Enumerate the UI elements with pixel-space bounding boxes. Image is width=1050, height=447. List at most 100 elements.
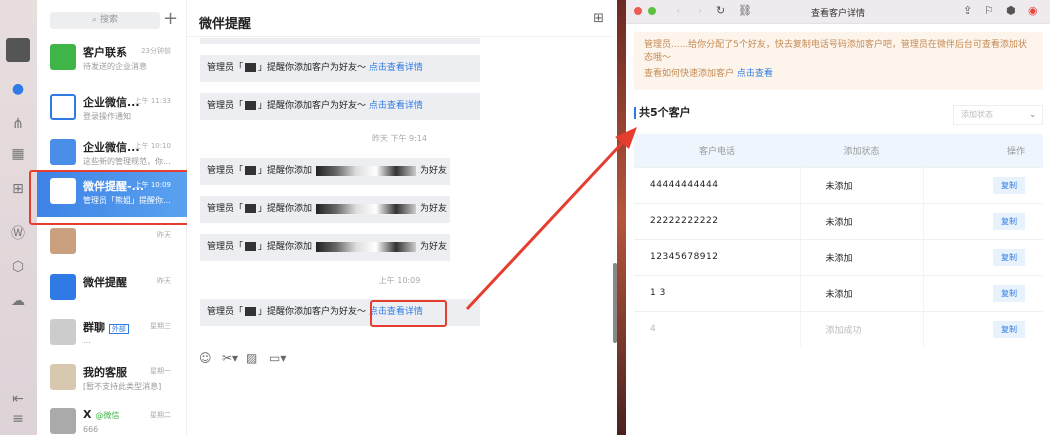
apps-grid-icon[interactable]: ⊞	[9, 180, 27, 198]
conversation-preview: ...	[83, 336, 91, 345]
table-row: 12345678912 未添加 复制	[634, 238, 1043, 275]
message-bubble	[200, 38, 480, 44]
conversation-time: 星期一	[150, 367, 171, 375]
menu-icon[interactable]: ≡	[9, 410, 27, 428]
chevron-down-icon: ⌄	[1029, 110, 1036, 119]
screenshot-icon[interactable]: ✂▾	[222, 351, 238, 365]
copy-button[interactable]: 复制	[993, 320, 1025, 338]
table-row: 1 3 未添加 复制	[634, 274, 1043, 311]
emoji-icon[interactable]: ☺	[199, 351, 212, 365]
conversation-name: X @微信	[83, 408, 120, 421]
conversation-name: 微伴提醒	[83, 276, 127, 289]
message-bubble: 管理员「 」提醒你添加 为好友	[200, 234, 450, 261]
copy-button[interactable]: 复制	[993, 284, 1025, 302]
notice-banner: 管理员......给你分配了5个好友，快去复制电话号码添加客户吧，管理员在微伴后…	[634, 32, 1043, 90]
phone-cell: 4	[634, 310, 801, 347]
filter-placeholder: 添加状态	[961, 110, 993, 119]
conversation-avatar	[50, 319, 76, 345]
cube-icon[interactable]: ⬢	[1006, 4, 1016, 17]
conversation-preview: 待发送的企业消息	[83, 62, 147, 71]
conversation-preview: 这些新的管理规范，你...	[83, 157, 171, 166]
table-row: 4 添加成功 复制	[634, 310, 1043, 347]
header-action: 操作	[923, 134, 1043, 167]
phone-cell: 44444444444	[634, 166, 801, 203]
conversation-name: 企业微信...	[83, 96, 140, 109]
conversation-time: 23分钟前	[141, 47, 171, 55]
customer-count: 共5个客户	[634, 107, 691, 119]
notice-link[interactable]: 点击查看	[737, 69, 773, 79]
more-grid-icon[interactable]: ⊞	[593, 11, 604, 26]
message-bubble: 管理员「 」提醒你添加 为好友	[200, 158, 450, 185]
external-badge: 外部	[108, 324, 129, 334]
view-details-link[interactable]: 点击查看详情	[369, 63, 423, 73]
search-placeholder: 搜索	[99, 15, 118, 25]
timestamp: 上午 10:09	[378, 276, 421, 285]
collapse-icon[interactable]: ⇤	[9, 390, 27, 408]
status-cell: 未添加	[800, 202, 924, 239]
status-cell: 未添加	[800, 274, 924, 311]
browser-window: ‹ › ↻ ⛓ 查看客户详情 ⇪ ⚐ ⬢ ◉ 管理员......给你分配了5个好…	[626, 0, 1050, 435]
conversation-item[interactable]: 客户联系 待发送的企业消息 23分钟前	[37, 38, 187, 83]
chat-pane: 微伴提醒 ⊞ 管理员「 」提醒你添加客户为好友～ 点击查看详情 管理员「 」提醒你添加…	[187, 0, 612, 435]
copy-button[interactable]: 复制	[993, 176, 1025, 194]
conversation-time: 昨天	[157, 277, 171, 285]
message-bubble: 管理员「 」提醒你添加客户为好友～ 点击查看详情	[200, 55, 480, 82]
conversation-item[interactable]: 我的客服 [暂不支持此类型消息] 星期一	[37, 358, 187, 403]
hexagon-icon[interactable]: ⬡	[9, 258, 27, 276]
timestamp: 昨天 下午 9:14	[371, 134, 428, 143]
conversation-avatar	[50, 274, 76, 300]
cloud-drive-icon[interactable]: ☁	[9, 292, 27, 310]
copy-button[interactable]: 复制	[993, 212, 1025, 230]
header-phone: 客户电话	[634, 134, 800, 167]
calendar-icon[interactable]: ▦	[9, 145, 27, 163]
view-details-link[interactable]: 点击查看详情	[369, 101, 423, 111]
conversation-avatar	[50, 139, 76, 165]
chat-icon[interactable]: ●	[9, 80, 27, 98]
status-filter-dropdown[interactable]: 添加状态 ⌄	[953, 105, 1043, 125]
message-bubble: 管理员「 」提醒你添加客户为好友～ 点击查看详情	[200, 93, 480, 120]
conversation-name: 企业微信...	[83, 141, 140, 154]
share-icon[interactable]: ⇪	[963, 4, 972, 17]
conversation-preview: [暂不支持此类型消息]	[83, 382, 162, 391]
phone-cell: 12345678912	[634, 238, 801, 275]
folder-icon[interactable]: ▭▾	[269, 351, 286, 365]
org-chart-icon[interactable]: ⋔	[9, 115, 27, 133]
document-icon[interactable]: Ⓦ	[9, 225, 27, 243]
chrome-icon[interactable]: ◉	[1028, 4, 1038, 17]
conversation-avatar	[50, 364, 76, 390]
search-input[interactable]: ⌕ 搜索	[50, 12, 160, 29]
conversation-item[interactable]: 微伴提醒 昨天	[37, 268, 187, 313]
conversation-item[interactable]: X @微信 666 星期二	[37, 402, 187, 447]
copy-button[interactable]: 复制	[993, 248, 1025, 266]
feedback-icon[interactable]: ⚐	[984, 4, 994, 17]
conversation-preview: 登录操作通知	[83, 112, 131, 121]
conversation-name: 客户联系	[83, 46, 127, 59]
conversation-avatar	[50, 408, 76, 434]
conversation-time: 上午 11:33	[134, 97, 171, 105]
table-row: 22222222222 未添加 复制	[634, 202, 1043, 239]
conversation-avatar	[50, 228, 76, 254]
phone-cell: 1 3	[634, 274, 801, 311]
status-cell: 未添加	[800, 238, 924, 275]
conversation-item[interactable]: 昨天	[37, 222, 187, 267]
header-status: 添加状态	[800, 134, 923, 167]
desktop-background	[617, 0, 626, 435]
customer-table: 客户电话 添加状态 操作 44444444444 未添加 复制 22222222222…	[634, 134, 1043, 347]
chat-header: 微伴提醒 ⊞	[187, 0, 612, 37]
title-bar: ‹ › ↻ ⛓ 查看客户详情 ⇪ ⚐ ⬢ ◉	[626, 0, 1050, 24]
message-bubble: 管理员「 」提醒你添加 为好友	[200, 196, 450, 223]
conversation-item[interactable]: 群聊 外部 ... 星期三	[37, 313, 187, 358]
user-avatar[interactable]	[6, 38, 30, 62]
highlight-box	[29, 170, 193, 225]
conversation-item[interactable]: 企业微信... 登录操作通知 上午 11:33	[37, 88, 187, 133]
notice-text: 管理员......给你分配了5个好友，快去复制电话号码添加客户吧，管理员在微伴后…	[644, 40, 1027, 63]
add-button[interactable]: +	[163, 8, 178, 29]
conversation-avatar	[50, 44, 76, 70]
conversation-avatar	[50, 94, 76, 120]
status-cell: 未添加	[800, 166, 924, 203]
highlight-box	[370, 300, 447, 327]
conversation-time: 星期二	[150, 411, 171, 419]
conversation-name: 我的客服	[83, 366, 127, 379]
image-icon[interactable]: ▨	[246, 351, 257, 365]
conversation-time: 昨天	[157, 231, 171, 239]
